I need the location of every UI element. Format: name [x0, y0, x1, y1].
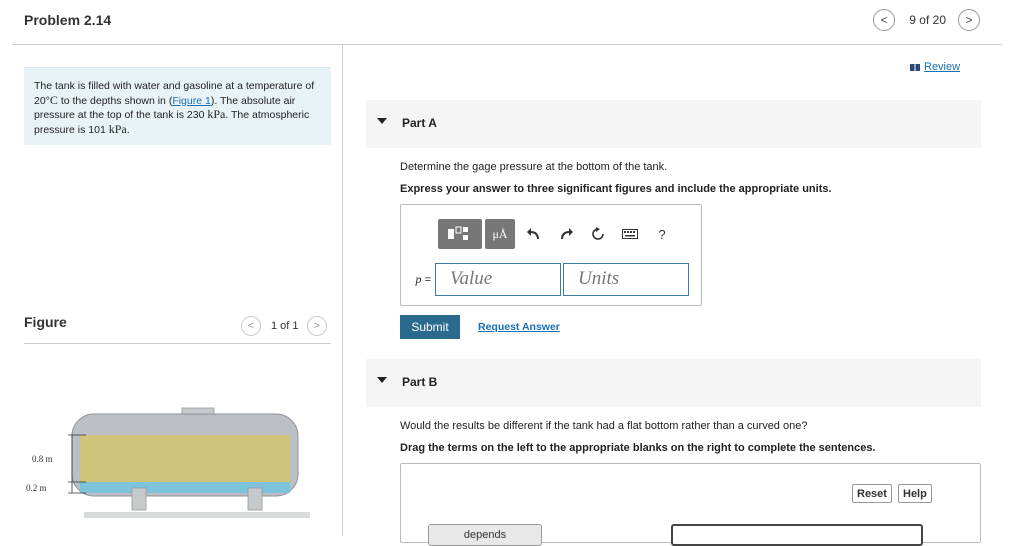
units-symbol-button[interactable]: μÅ	[485, 219, 515, 249]
problem-header: Problem 2.14 < 9 of 20 >	[0, 0, 1024, 44]
problem-title: Problem 2.14	[24, 12, 112, 28]
panel-divider	[342, 45, 343, 536]
figure-label: Figure	[24, 314, 67, 330]
next-figure-button[interactable]: >	[306, 316, 327, 336]
request-answer-link[interactable]: Request Answer	[478, 321, 560, 333]
tank-support-left	[131, 487, 147, 511]
tank-support-right	[247, 487, 263, 511]
prev-figure-button[interactable]: <	[241, 316, 261, 336]
review-label: Review	[924, 61, 961, 73]
figure-nav: < 1 of 1 >	[241, 316, 327, 336]
kpa-unit: kPa	[207, 107, 226, 121]
undo-icon	[527, 228, 539, 239]
part-b-header[interactable]: Part B	[366, 359, 981, 407]
problem-counter: 9 of 20	[909, 13, 946, 27]
problem-nav: < 9 of 20 >	[873, 9, 980, 31]
math-toolbar: μÅ ?	[438, 219, 678, 249]
dim-label-0-2: 0.2 m	[26, 483, 47, 493]
celsius-unit: C	[49, 92, 58, 107]
kpa-unit: kPa	[108, 121, 127, 136]
review-link[interactable]: Review	[910, 61, 960, 73]
collapse-triangle-icon	[377, 377, 387, 383]
header-divider	[12, 44, 1002, 45]
keyboard-icon	[622, 229, 638, 239]
reset-icon	[592, 227, 604, 240]
next-problem-button[interactable]: >	[958, 9, 980, 31]
dim-label-0-8: 0.8 m	[32, 454, 53, 464]
submit-button[interactable]: Submit	[400, 315, 460, 339]
problem-statement: The tank is filled with water and gasoli…	[24, 67, 331, 145]
chevron-right-icon: >	[313, 320, 320, 332]
gasoline-layer	[80, 435, 290, 482]
undo-button[interactable]	[518, 219, 550, 249]
chevron-right-icon: >	[965, 13, 973, 27]
drag-term[interactable]: depends	[428, 524, 542, 546]
ground	[84, 512, 310, 518]
reset-button[interactable]	[582, 219, 614, 249]
templates-button[interactable]	[438, 219, 482, 249]
variable-label: p =	[415, 272, 431, 286]
templates-icon	[448, 226, 468, 240]
chevron-left-icon: <	[247, 320, 255, 332]
help-button[interactable]: ?	[646, 219, 678, 249]
review-icon	[910, 63, 920, 71]
figure-counter: 1 of 1	[271, 320, 299, 332]
value-input[interactable]: Value	[435, 263, 561, 296]
reset-button[interactable]: Reset	[852, 484, 892, 503]
tank-figure: 0.8 m 0.2 m	[26, 407, 310, 518]
part-a-instruction: Express your answer to three significant…	[400, 183, 832, 195]
chevron-left-icon: <	[880, 13, 888, 27]
tank-hatch	[181, 407, 215, 415]
drop-blank[interactable]	[671, 524, 923, 546]
part-a-question: Determine the gage pressure at the botto…	[400, 161, 668, 173]
keyboard-button[interactable]	[614, 219, 646, 249]
figure-header: Figure < 1 of 1 >	[24, 314, 331, 344]
problem-text: to the depths shown in (	[57, 94, 173, 107]
answer-row: p = Value Units	[409, 263, 691, 296]
units-input[interactable]: Units	[563, 263, 689, 296]
part-b-question: Would the results be different if the ta…	[400, 420, 808, 432]
part-b-label: Part B	[402, 375, 438, 389]
part-a-header[interactable]: Part A	[366, 100, 981, 148]
help-button[interactable]: Help	[898, 484, 932, 503]
collapse-triangle-icon	[377, 118, 387, 124]
answer-box: μÅ ? p = Value Units	[400, 204, 702, 306]
drag-drop-area: Reset Help depends	[400, 463, 981, 546]
redo-button[interactable]	[550, 219, 582, 249]
redo-icon	[561, 228, 573, 239]
problem-text: .	[126, 123, 130, 136]
figure-link[interactable]: Figure 1	[172, 95, 211, 107]
prev-problem-button[interactable]: <	[873, 9, 896, 31]
part-a-label: Part A	[402, 116, 437, 130]
part-b-instruction: Drag the terms on the left to the approp…	[400, 442, 876, 454]
